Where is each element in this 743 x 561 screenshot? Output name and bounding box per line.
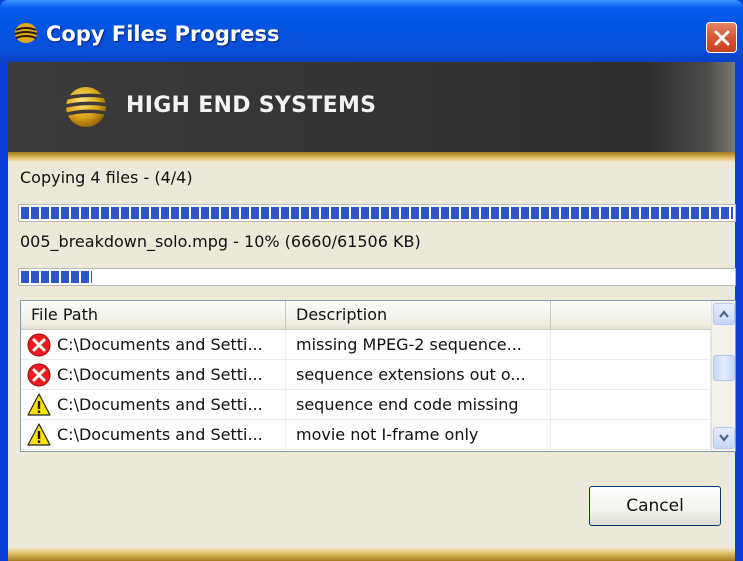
cell-file-path: C:\Documents and Setti... xyxy=(21,420,286,450)
scroll-thumb[interactable] xyxy=(713,355,735,381)
file-path-text: C:\Documents and Setti... xyxy=(57,335,263,354)
cell-file-path: C:\Documents and Setti... xyxy=(21,390,286,420)
column-header-file-path[interactable]: File Path xyxy=(21,301,286,329)
cell-empty xyxy=(551,330,711,360)
list-item[interactable]: C:\Documents and Setti... movie not I-fra… xyxy=(21,420,711,450)
list-item[interactable]: C:\Documents and Setti... sequence extens… xyxy=(21,360,711,390)
column-header-empty[interactable] xyxy=(551,301,711,329)
error-icon xyxy=(27,333,51,357)
issues-list[interactable]: File Path Description C:\Documents and S… xyxy=(20,300,736,452)
dialog-client-area: HIGH END SYSTEMS Copying 4 files - (4/4)… xyxy=(8,62,736,561)
logo-text: HIGH END SYSTEMS xyxy=(126,93,377,118)
dialog-window: Copy Files Progress HIGH END SYSTEMS Cop… xyxy=(0,0,743,561)
scroll-up-button[interactable] xyxy=(713,303,735,325)
list-header: File Path Description xyxy=(21,301,711,330)
cell-file-path: C:\Documents and Setti... xyxy=(21,360,286,390)
cell-description: movie not I-frame only xyxy=(286,420,551,450)
warning-icon xyxy=(27,393,51,416)
window-title: Copy Files Progress xyxy=(46,22,280,46)
cell-description: sequence end code missing xyxy=(286,390,551,420)
file-path-text: C:\Documents and Setti... xyxy=(57,395,263,414)
cell-empty xyxy=(551,420,711,450)
list-item[interactable]: C:\Documents and Setti... sequence end co… xyxy=(21,390,711,420)
file-path-text: C:\Documents and Setti... xyxy=(57,365,263,384)
close-icon xyxy=(714,30,729,45)
warning-icon xyxy=(27,423,51,446)
overall-progress-fill xyxy=(21,207,733,219)
cell-description: missing MPEG-2 sequence... xyxy=(286,330,551,360)
scroll-down-button[interactable] xyxy=(713,427,735,449)
globe-logo-icon xyxy=(57,87,113,127)
banner-divider xyxy=(8,152,735,162)
error-icon xyxy=(27,363,51,387)
chevron-up-icon xyxy=(719,310,729,318)
brand-banner: HIGH END SYSTEMS xyxy=(8,62,735,152)
list-rows: C:\Documents and Setti... missing MPEG-2 … xyxy=(21,330,711,450)
cell-description: sequence extensions out o... xyxy=(286,360,551,390)
title-bar[interactable]: Copy Files Progress xyxy=(0,0,743,62)
cell-file-path: C:\Documents and Setti... xyxy=(21,330,286,360)
vertical-scrollbar[interactable] xyxy=(711,301,735,451)
overall-status-text: Copying 4 files - (4/4) xyxy=(20,168,193,187)
close-button[interactable] xyxy=(706,22,737,53)
cancel-button[interactable]: Cancel xyxy=(589,486,721,526)
cell-empty xyxy=(551,360,711,390)
file-progress-fill xyxy=(21,271,93,283)
file-progress-bar xyxy=(18,268,736,286)
column-header-description[interactable]: Description xyxy=(286,301,551,329)
list-item[interactable]: C:\Documents and Setti... missing MPEG-2 … xyxy=(21,330,711,360)
file-status-text: 005_breakdown_solo.mpg - 10% (6660/61506… xyxy=(20,232,421,251)
chevron-down-icon xyxy=(719,434,729,442)
overall-progress-bar xyxy=(18,204,736,222)
cell-empty xyxy=(551,390,711,420)
app-icon xyxy=(14,23,38,43)
bottom-divider xyxy=(8,548,735,561)
file-path-text: C:\Documents and Setti... xyxy=(57,425,263,444)
